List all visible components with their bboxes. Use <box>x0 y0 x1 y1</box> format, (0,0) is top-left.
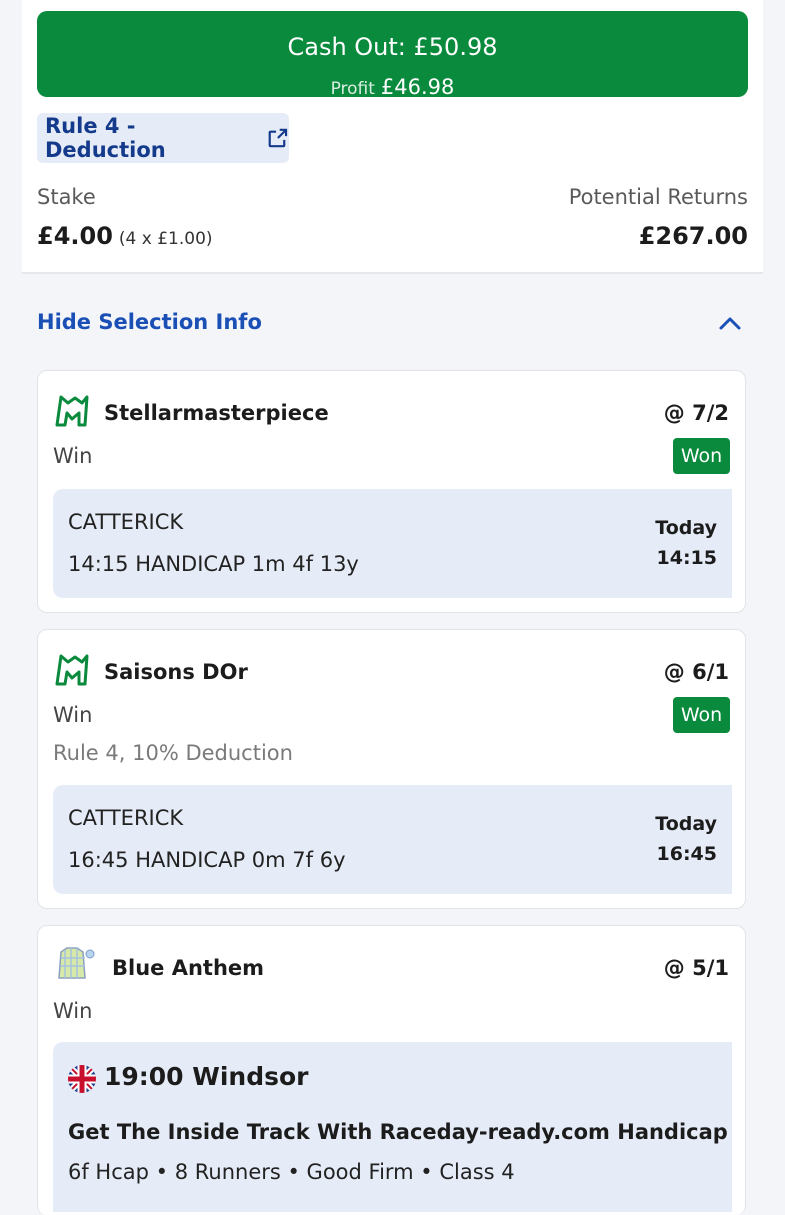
selection-card: Stellarmasterpiece @ 7/2 Win Won CATTERI… <box>37 370 746 613</box>
rule4-label: Rule 4 - Deduction <box>45 114 166 162</box>
selection-odds: @ 7/2 <box>663 401 729 425</box>
race-name: Get The Inside Track With Raceday-ready.… <box>68 1120 728 1144</box>
selection-market: Win <box>53 444 93 468</box>
selection-card: Blue Anthem @ 5/1 Win 19:00 Windsor Get … <box>37 925 746 1215</box>
selection-name: Saisons DOr <box>104 660 248 684</box>
stake-amount: £4.00 <box>37 222 113 250</box>
racing-silks-icon <box>55 395 89 427</box>
cash-out-label: Cash Out: £50.98 <box>287 33 498 61</box>
event-race: 14:15 HANDICAP 1m 4f 13y <box>68 552 359 576</box>
stake-value: £4.00 (4 x £1.00) <box>37 222 213 250</box>
potential-returns-label: Potential Returns <box>568 185 748 209</box>
event-time: 14:15 <box>656 547 717 569</box>
rule4-note: Rule 4, 10% Deduction <box>53 741 293 765</box>
race-card-info[interactable]: 19:00 Windsor Get The Inside Track With … <box>53 1042 732 1212</box>
stake-label: Stake <box>37 185 96 209</box>
selection-name: Stellarmasterpiece <box>104 401 329 425</box>
selection-market: Win <box>53 703 93 727</box>
result-badge: Won <box>673 438 730 474</box>
cash-out-button[interactable]: Cash Out: £50.98 Profit £46.98 <box>37 11 748 99</box>
jockey-silks-icon <box>58 947 95 979</box>
event-day: Today <box>655 517 717 539</box>
selection-card: Saisons DOr @ 6/1 Win Won Rule 4, 10% De… <box>37 629 746 909</box>
chevron-up-icon[interactable] <box>717 312 743 334</box>
uk-flag-icon <box>68 1065 96 1093</box>
race-details: 6f Hcap • 8 Runners • Good Firm • Class … <box>68 1160 515 1184</box>
racing-silks-icon <box>55 654 89 686</box>
event-course: CATTERICK <box>68 806 184 830</box>
event-info[interactable]: CATTERICK 16:45 HANDICAP 0m 7f 6y Today … <box>53 785 732 894</box>
event-day: Today <box>655 813 717 835</box>
selection-market: Win <box>53 999 93 1023</box>
event-info[interactable]: CATTERICK 14:15 HANDICAP 1m 4f 13y Today… <box>53 489 732 598</box>
selection-odds: @ 6/1 <box>663 660 729 684</box>
race-title: 19:00 Windsor <box>104 1062 309 1091</box>
selection-odds: @ 5/1 <box>663 956 729 980</box>
potential-returns-value: £267.00 <box>638 222 748 250</box>
profit-label: Profit <box>330 79 375 99</box>
selection-name: Blue Anthem <box>112 956 265 980</box>
cash-out-profit: Profit £46.98 <box>37 75 748 101</box>
event-course: CATTERICK <box>68 510 184 534</box>
external-link-icon <box>268 128 288 148</box>
stake-breakdown: (4 x £1.00) <box>118 229 213 249</box>
profit-value: £46.98 <box>380 75 455 99</box>
hide-selection-info-toggle[interactable]: Hide Selection Info <box>37 310 262 334</box>
event-time: 16:45 <box>656 843 717 865</box>
event-race: 16:45 HANDICAP 0m 7f 6y <box>68 848 346 872</box>
divider <box>22 272 763 274</box>
result-badge: Won <box>673 697 730 733</box>
rule4-deduction-link[interactable]: Rule 4 - Deduction <box>37 113 289 163</box>
